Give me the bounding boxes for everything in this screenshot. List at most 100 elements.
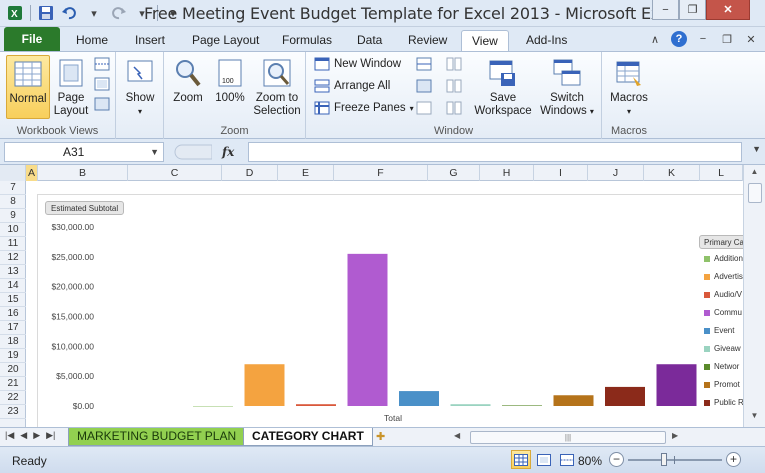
row-header[interactable]: 7 <box>0 181 26 195</box>
scroll-right-arrow[interactable]: ▶ <box>672 431 678 440</box>
normal-view-status-button[interactable] <box>511 450 531 469</box>
page-layout-view-button[interactable]: Page Layout <box>52 57 90 118</box>
column-header-l[interactable]: L <box>700 165 743 181</box>
redo-icon[interactable] <box>109 3 127 23</box>
help-icon[interactable]: ? <box>671 31 687 47</box>
row-header[interactable]: 15 <box>0 293 26 307</box>
row-header[interactable]: 22 <box>0 391 26 405</box>
collapse-ribbon-icon[interactable]: ∧ <box>647 31 663 47</box>
row-header[interactable]: 11 <box>0 237 26 251</box>
show-button[interactable]: Show ▾ <box>122 57 158 118</box>
row-header[interactable]: 21 <box>0 377 26 391</box>
zoom-level[interactable]: 80% <box>578 454 602 468</box>
switch-windows-button[interactable]: Switch Windows ▾ <box>536 57 598 118</box>
row-header[interactable]: 9 <box>0 209 26 223</box>
insert-function-icon[interactable]: fx <box>222 145 234 159</box>
horizontal-scrollbar[interactable]: ◀ ||| ▶ <box>448 431 740 444</box>
page-break-status-button[interactable] <box>557 450 577 469</box>
row-header[interactable]: 8 <box>0 195 26 209</box>
save-icon[interactable] <box>37 3 55 23</box>
chart-bar[interactable] <box>553 395 594 406</box>
chart-bar[interactable] <box>656 364 697 406</box>
reset-window-position-icon[interactable] <box>446 101 462 115</box>
undo-icon[interactable] <box>61 3 79 23</box>
chart-bar[interactable] <box>502 405 542 406</box>
column-header-d[interactable]: D <box>222 165 278 181</box>
chart-bar[interactable] <box>244 364 285 406</box>
row-header[interactable]: 18 <box>0 335 26 349</box>
split-icon[interactable] <box>416 57 432 71</box>
insert-worksheet-icon[interactable]: ✚ <box>376 430 385 443</box>
column-header-k[interactable]: K <box>644 165 700 181</box>
column-header-g[interactable]: G <box>428 165 480 181</box>
new-window-button[interactable]: New Window <box>314 57 401 71</box>
hide-window-icon[interactable] <box>416 79 432 93</box>
workbook-close-icon[interactable]: ✕ <box>743 31 759 47</box>
legend-field-button[interactable]: Primary Ca <box>699 235 743 249</box>
restore-button[interactable]: ❐ <box>679 0 706 20</box>
next-sheet-icon[interactable]: ▶ <box>33 430 40 441</box>
normal-view-button[interactable]: Normal <box>6 55 50 119</box>
column-header-f[interactable]: F <box>334 165 428 181</box>
tab-view[interactable]: View <box>461 30 509 51</box>
sheet-tab-category-chart[interactable]: CATEGORY CHART <box>243 428 373 446</box>
row-header[interactable]: 13 <box>0 265 26 279</box>
column-header-h[interactable]: H <box>480 165 534 181</box>
chart-filter-button[interactable]: Estimated Subtotal <box>45 201 125 215</box>
page-layout-status-button[interactable] <box>534 450 554 469</box>
row-header[interactable]: 20 <box>0 363 26 377</box>
prev-sheet-icon[interactable]: ◀ <box>20 430 27 441</box>
last-sheet-icon[interactable]: ▶| <box>46 430 55 441</box>
zoom-slider-track[interactable] <box>628 459 722 461</box>
formula-input[interactable] <box>248 142 742 162</box>
scroll-left-arrow[interactable]: ◀ <box>454 431 460 440</box>
chart-bar[interactable] <box>347 253 388 406</box>
tab-formulas[interactable]: Formulas <box>272 30 342 51</box>
full-screen-icon[interactable] <box>94 97 110 111</box>
column-header-i[interactable]: I <box>534 165 588 181</box>
macros-button[interactable]: Macros ▾ <box>608 57 650 118</box>
tab-file[interactable]: File <box>4 27 60 51</box>
workbook-restore-icon[interactable]: ❐ <box>719 31 735 47</box>
pivot-chart[interactable]: $0.00 $5,000.00 $10,000.00 $15,000.00 $20,00… <box>37 194 743 427</box>
expand-formula-bar-icon[interactable]: ▼ <box>752 144 761 154</box>
chart-bar[interactable] <box>193 406 233 407</box>
zoom-100-button[interactable]: 100 100% <box>212 57 248 105</box>
column-header-j[interactable]: J <box>588 165 644 181</box>
chart-bar[interactable] <box>450 404 491 406</box>
arrange-all-button[interactable]: Arrange All <box>314 79 390 93</box>
row-header[interactable]: 19 <box>0 349 26 363</box>
close-button[interactable]: ✕ <box>706 0 750 20</box>
tab-page-layout[interactable]: Page Layout <box>182 30 269 51</box>
row-header[interactable]: 10 <box>0 223 26 237</box>
row-header[interactable]: 23 <box>0 405 26 419</box>
tab-review[interactable]: Review <box>398 30 457 51</box>
custom-views-icon[interactable] <box>94 77 110 91</box>
tab-home[interactable]: Home <box>66 30 118 51</box>
zoom-button[interactable]: Zoom <box>170 57 206 105</box>
first-sheet-icon[interactable]: |◀ <box>5 430 14 441</box>
row-header[interactable]: 14 <box>0 279 26 293</box>
row-header[interactable]: 12 <box>0 251 26 265</box>
sheet-tab-marketing-budget-plan[interactable]: MARKETING BUDGET PLAN <box>68 428 246 446</box>
column-header-e[interactable]: E <box>278 165 334 181</box>
tab-data[interactable]: Data <box>347 30 392 51</box>
column-header-a[interactable]: A <box>26 165 38 181</box>
zoom-to-selection-button[interactable]: Zoom to Selection <box>252 57 302 118</box>
excel-logo-icon[interactable]: X <box>6 3 24 23</box>
chart-bar[interactable] <box>296 404 336 406</box>
select-all-corner[interactable] <box>0 165 26 181</box>
synchronous-scrolling-icon[interactable] <box>446 79 462 93</box>
column-header-b[interactable]: B <box>38 165 128 181</box>
save-workspace-button[interactable]: Save Workspace <box>474 57 532 118</box>
scroll-down-arrow[interactable]: ▼ <box>747 411 762 423</box>
chart-bar[interactable] <box>605 386 645 406</box>
undo-dropdown-icon[interactable]: ▾ <box>85 3 103 23</box>
freeze-panes-button[interactable]: Freeze Panes ▾ <box>314 101 414 115</box>
page-break-preview-icon[interactable] <box>94 57 110 71</box>
view-side-by-side-icon[interactable] <box>446 57 462 71</box>
name-box[interactable]: A31 ▼ <box>4 142 164 162</box>
zoom-in-button[interactable]: + <box>726 452 741 467</box>
tab-add-ins[interactable]: Add-Ins <box>516 30 577 51</box>
workbook-minimize-icon[interactable]: − <box>695 31 711 47</box>
